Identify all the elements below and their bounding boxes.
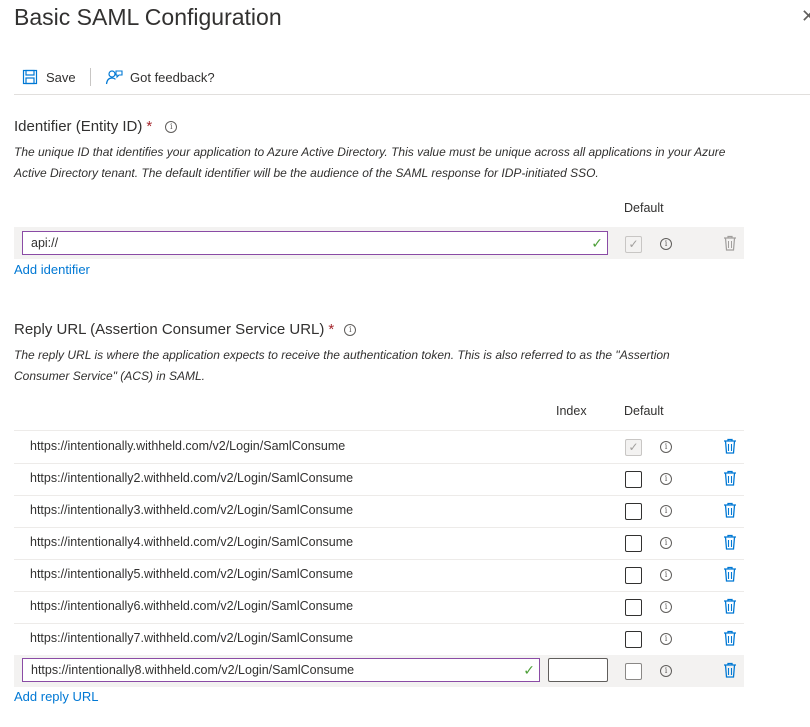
delete-icon[interactable]: [723, 502, 737, 518]
reply-url-text: https://intentionally5.withheld.com/v2/L…: [30, 567, 354, 581]
close-icon[interactable]: ✕: [801, 6, 810, 27]
add-reply-url-link[interactable]: Add reply URL: [14, 689, 99, 704]
reply-url-row: https://intentionally4.withheld.com/v2/L…: [14, 527, 744, 560]
info-icon[interactable]: i: [344, 323, 357, 336]
delete-icon[interactable]: [723, 630, 737, 646]
valid-check-icon: ✓: [591, 235, 603, 251]
info-icon[interactable]: i: [660, 633, 672, 645]
info-icon[interactable]: i: [660, 238, 672, 250]
identifier-title: Identifier (Entity ID): [14, 118, 143, 135]
index-input[interactable]: [548, 658, 608, 682]
info-icon[interactable]: i: [660, 473, 672, 485]
default-checkbox[interactable]: [625, 471, 642, 488]
reply-url-row: https://intentionally3.withheld.com/v2/L…: [14, 495, 744, 528]
default-checkbox[interactable]: ✓: [625, 236, 642, 253]
default-checkbox[interactable]: [625, 599, 642, 616]
default-checkbox[interactable]: ✓: [625, 439, 642, 456]
default-checkbox[interactable]: [625, 663, 642, 680]
reply-default-header: Default: [624, 404, 664, 418]
info-icon[interactable]: i: [660, 601, 672, 613]
add-identifier-link[interactable]: Add identifier: [14, 262, 90, 277]
reply-url-text: https://intentionally.withheld.com/v2/Lo…: [30, 439, 346, 453]
reply-url-text: https://intentionally3.withheld.com/v2/L…: [30, 503, 354, 517]
reply-url-text: https://intentionally2.withheld.com/v2/L…: [30, 471, 354, 485]
reply-url-row: https://intentionally2.withheld.com/v2/L…: [14, 463, 744, 496]
required-mark: *: [146, 118, 153, 135]
identifier-input[interactable]: api:// ✓: [22, 231, 608, 255]
info-icon[interactable]: i: [660, 537, 672, 549]
info-icon[interactable]: i: [660, 505, 672, 517]
reply-section-title: Reply URL (Assertion Consumer Service UR…: [14, 321, 357, 338]
reply-url-input[interactable]: https://intentionally8.withheld.com/v2/L…: [22, 658, 540, 682]
identifier-default-header: Default: [624, 201, 664, 215]
valid-check-icon: ✓: [523, 662, 535, 678]
save-icon: [22, 69, 38, 85]
required-mark: *: [328, 321, 335, 338]
reply-url-text: https://intentionally4.withheld.com/v2/L…: [30, 535, 354, 549]
save-button[interactable]: Save: [22, 66, 76, 88]
reply-url-text: https://intentionally6.withheld.com/v2/L…: [30, 599, 354, 613]
delete-icon[interactable]: [723, 470, 737, 486]
info-icon[interactable]: i: [660, 665, 672, 677]
reply-url-input-value: https://intentionally8.withheld.com/v2/L…: [31, 663, 355, 677]
info-icon[interactable]: i: [660, 569, 672, 581]
delete-icon[interactable]: [723, 438, 737, 454]
delete-icon[interactable]: [723, 235, 737, 251]
delete-icon[interactable]: [723, 534, 737, 550]
default-checkbox[interactable]: [625, 503, 642, 520]
reply-url-edit-row: https://intentionally8.withheld.com/v2/L…: [14, 655, 744, 687]
default-checkbox[interactable]: [625, 631, 642, 648]
identifier-row: api:// ✓ ✓ i: [14, 227, 744, 259]
feedback-button[interactable]: Got feedback?: [105, 66, 215, 88]
reply-title: Reply URL (Assertion Consumer Service UR…: [14, 321, 325, 338]
reply-url-row: https://intentionally5.withheld.com/v2/L…: [14, 559, 744, 592]
identifier-section-title: Identifier (Entity ID) * i: [14, 118, 178, 135]
reply-url-row: https://intentionally6.withheld.com/v2/L…: [14, 591, 744, 624]
info-icon[interactable]: i: [660, 441, 672, 453]
reply-description: The reply URL is where the application e…: [14, 348, 670, 383]
reply-url-row: https://intentionally.withheld.com/v2/Lo…: [14, 430, 744, 464]
toolbar-divider: [90, 68, 91, 86]
delete-icon[interactable]: [723, 598, 737, 614]
feedback-label: Got feedback?: [130, 69, 215, 85]
toolbar-divider-line: [14, 94, 810, 95]
default-checkbox[interactable]: [625, 535, 642, 552]
identifier-description: The unique ID that identifies your appli…: [14, 145, 726, 180]
delete-icon[interactable]: [723, 566, 737, 582]
reply-url-row: https://intentionally7.withheld.com/v2/L…: [14, 623, 744, 656]
info-icon[interactable]: i: [165, 120, 178, 133]
page-title: Basic SAML Configuration: [14, 4, 282, 30]
delete-icon[interactable]: [723, 662, 737, 678]
identifier-input-value: api://: [31, 236, 59, 250]
save-label: Save: [46, 69, 76, 85]
reply-index-header: Index: [556, 404, 587, 418]
default-checkbox[interactable]: [625, 567, 642, 584]
feedback-icon: [105, 70, 123, 85]
reply-url-text: https://intentionally7.withheld.com/v2/L…: [30, 631, 354, 645]
